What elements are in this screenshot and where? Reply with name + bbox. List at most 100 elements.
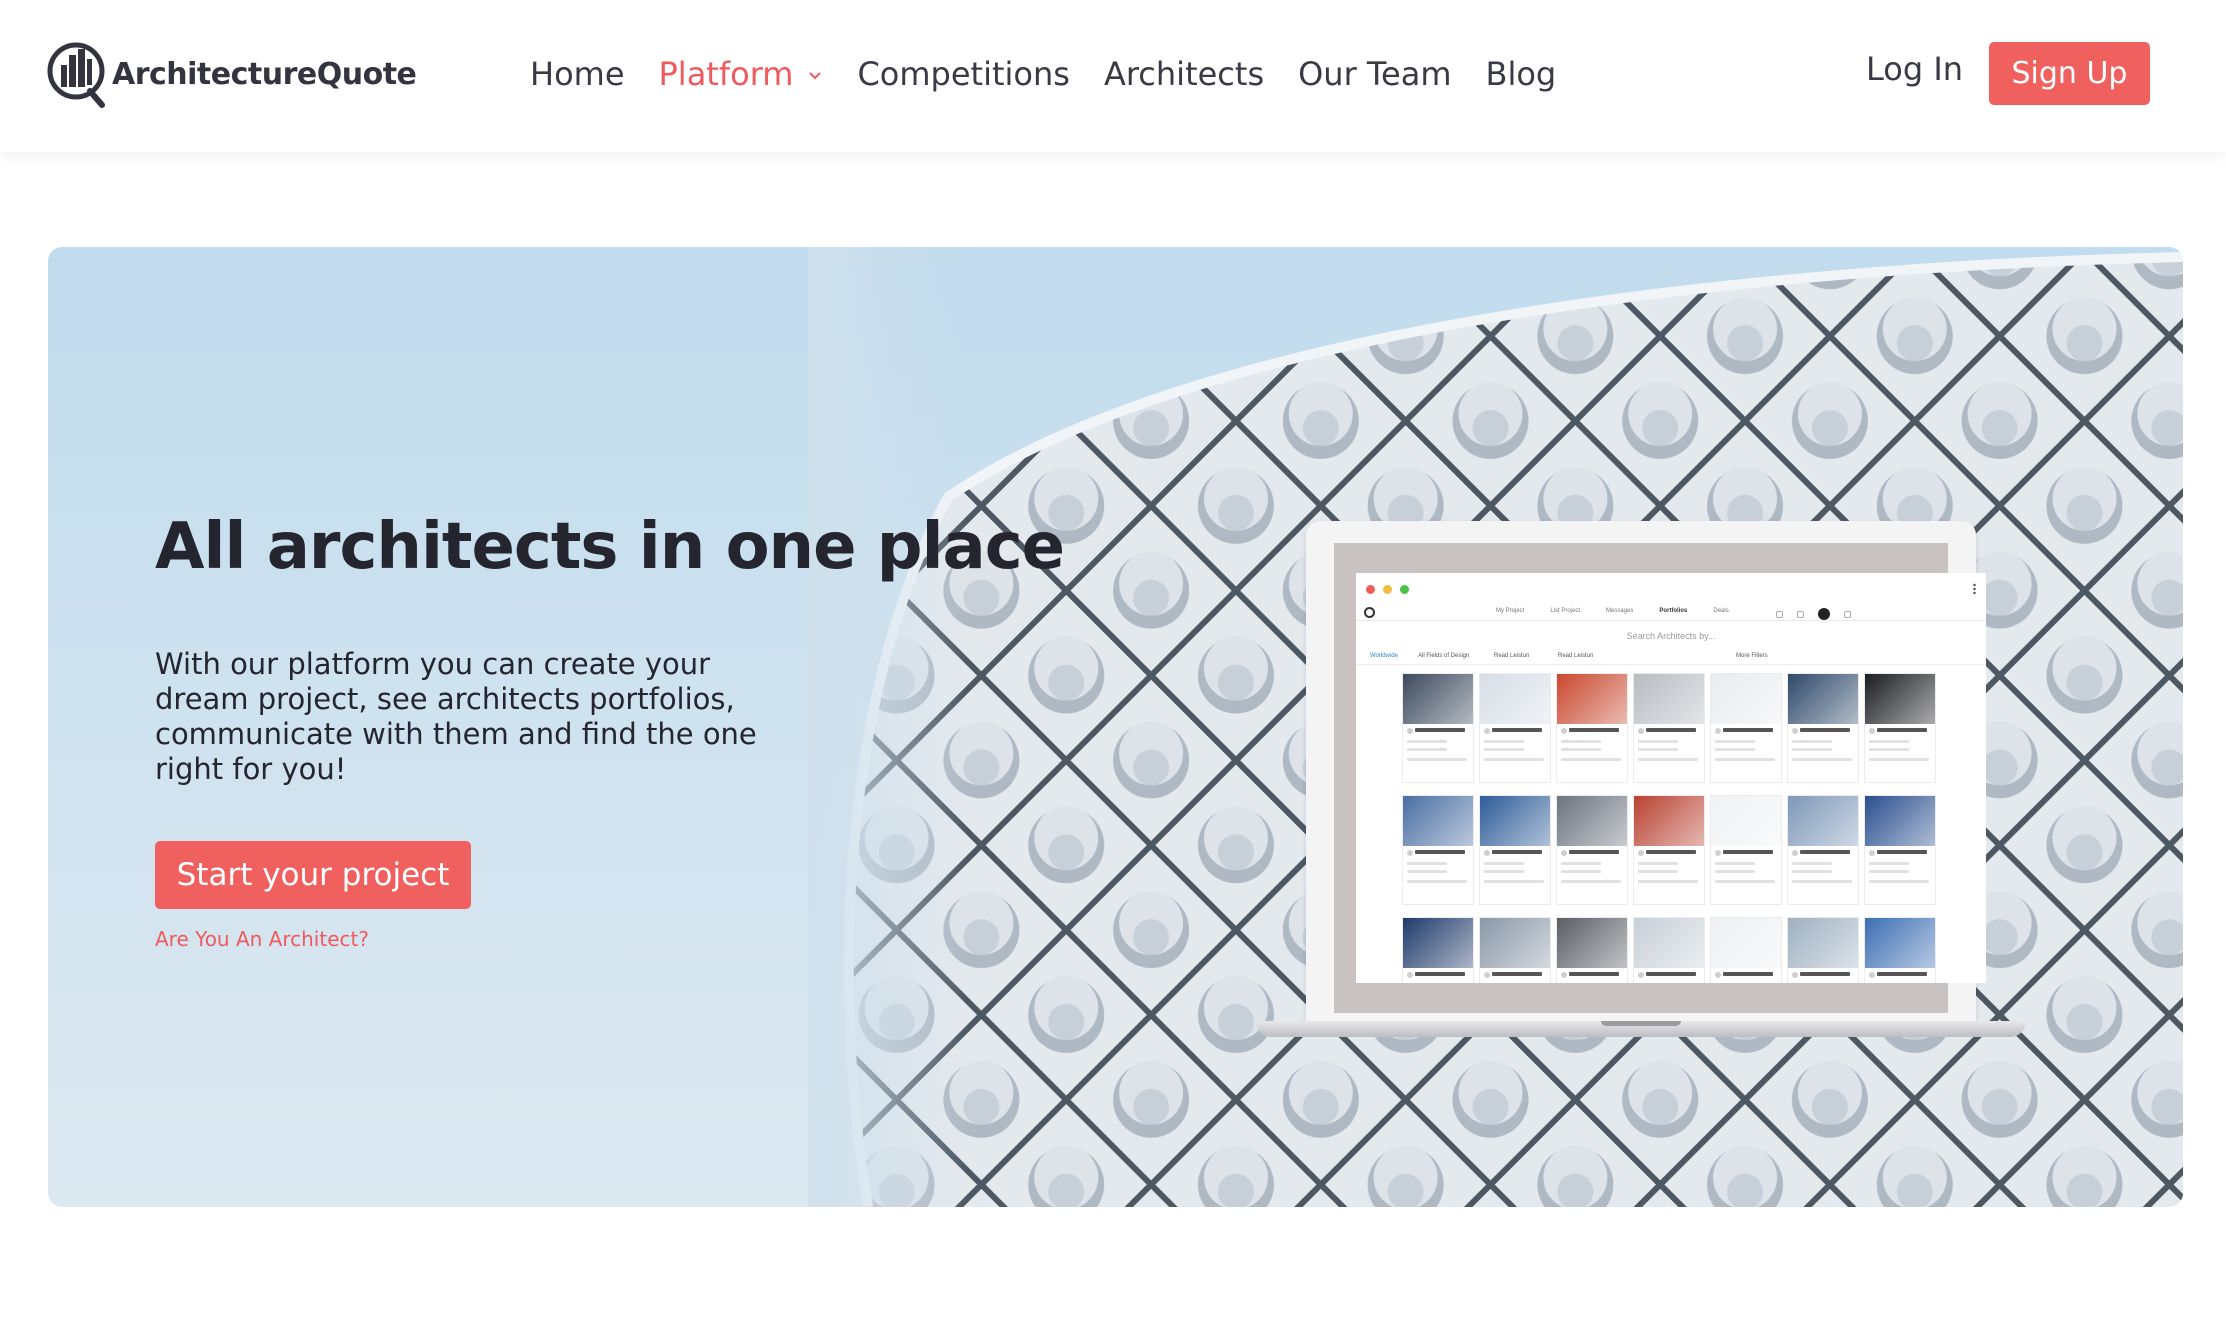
card-text-line	[1484, 740, 1524, 743]
portfolio-card	[1479, 917, 1551, 983]
card-avatar	[1561, 728, 1567, 734]
hero-description: With our platform you can create your dr…	[155, 647, 757, 786]
card-avatar	[1869, 850, 1875, 856]
portfolio-card	[1864, 917, 1936, 983]
card-text-line	[1561, 758, 1621, 761]
portfolio-thumbnail	[1557, 674, 1627, 724]
card-title-bar	[1723, 850, 1773, 854]
start-project-button[interactable]: Start your project	[155, 841, 471, 909]
nav-our-team[interactable]: Our Team	[1298, 55, 1451, 93]
card-title-bar	[1877, 728, 1927, 732]
card-avatar	[1869, 972, 1875, 978]
card-text-line	[1561, 880, 1621, 883]
main-nav: Home Platform Competitions Architects Ou…	[530, 46, 1590, 102]
architect-signup-link[interactable]: Are You An Architect?	[155, 927, 369, 951]
kebab-menu-icon	[1973, 583, 1976, 595]
portfolio-card	[1787, 795, 1859, 905]
card-avatar	[1407, 728, 1413, 734]
mini-search-placeholder: Search Architects by...	[1626, 631, 1716, 641]
card-text-line	[1407, 758, 1467, 761]
card-avatar	[1484, 972, 1490, 978]
card-text-line	[1407, 870, 1447, 873]
card-text-line	[1792, 862, 1832, 865]
portfolio-thumbnail	[1788, 796, 1858, 846]
card-text-line	[1484, 758, 1544, 761]
card-avatar	[1792, 850, 1798, 856]
card-text-line	[1715, 880, 1775, 883]
card-text-line	[1715, 870, 1755, 873]
bell-icon	[1776, 610, 1783, 618]
card-text-line	[1715, 740, 1755, 743]
card-title-bar	[1492, 850, 1542, 854]
card-title-bar	[1723, 728, 1773, 732]
card-avatar	[1715, 728, 1721, 734]
card-title-bar	[1569, 850, 1619, 854]
portfolio-thumbnail	[1634, 918, 1704, 968]
portfolio-thumbnail	[1788, 674, 1858, 724]
card-title-bar	[1492, 728, 1542, 732]
signup-button[interactable]: Sign Up	[1989, 42, 2150, 105]
mini-nav-item: My Project	[1496, 608, 1525, 614]
portfolio-card	[1556, 917, 1628, 983]
portfolio-thumbnail	[1480, 796, 1550, 846]
laptop-bezel: My Project List Project Messages Portfol…	[1334, 543, 1986, 1013]
card-text-line	[1638, 740, 1678, 743]
card-text-line	[1638, 748, 1678, 751]
portfolio-thumbnail	[1711, 918, 1781, 968]
card-title-bar	[1415, 728, 1465, 732]
card-text-line	[1638, 870, 1678, 873]
card-text-line	[1792, 748, 1832, 751]
card-text-line	[1484, 862, 1524, 865]
portfolio-thumbnail	[1480, 674, 1550, 724]
card-avatar	[1869, 728, 1875, 734]
nav-architects[interactable]: Architects	[1104, 55, 1264, 93]
portfolio-thumbnail	[1788, 918, 1858, 968]
card-text-line	[1484, 880, 1544, 883]
card-text-line	[1638, 862, 1678, 865]
nav-home[interactable]: Home	[530, 55, 625, 93]
mini-app-bar: My Project List Project Messages Portfol…	[1356, 605, 1986, 621]
card-text-line	[1869, 862, 1909, 865]
card-text-line	[1561, 870, 1601, 873]
portfolio-card	[1479, 673, 1551, 783]
portfolio-thumbnail	[1634, 796, 1704, 846]
mini-filter: Worldwide	[1370, 653, 1398, 659]
card-text-line	[1715, 748, 1755, 751]
window-controls	[1366, 585, 1417, 594]
card-title-bar	[1800, 850, 1850, 854]
mini-filter-bar: Worldwide All Fields of Design Read Leis…	[1356, 649, 1986, 665]
card-title-bar	[1569, 972, 1619, 976]
minimize-dot-icon	[1383, 585, 1392, 594]
nav-competitions[interactable]: Competitions	[857, 55, 1070, 93]
card-avatar	[1561, 850, 1567, 856]
portfolio-thumbnail	[1480, 918, 1550, 968]
card-text-line	[1561, 748, 1601, 751]
portfolio-card	[1633, 673, 1705, 783]
card-text-line	[1792, 870, 1832, 873]
card-title-bar	[1877, 850, 1927, 854]
nav-blog[interactable]: Blog	[1485, 55, 1556, 93]
portfolio-card	[1633, 795, 1705, 905]
card-text-line	[1869, 748, 1909, 751]
card-text-line	[1792, 758, 1852, 761]
card-title-bar	[1800, 728, 1850, 732]
chevron-down-icon	[809, 72, 822, 80]
logo[interactable]: ArchitectureQuote	[46, 38, 417, 110]
portfolio-card	[1787, 917, 1859, 983]
laptop-notch	[1601, 1021, 1681, 1026]
portfolio-thumbnail	[1403, 796, 1473, 846]
card-text-line	[1407, 880, 1467, 883]
card-text-line	[1638, 880, 1698, 883]
card-text-line	[1561, 862, 1601, 865]
portfolio-thumbnail	[1711, 796, 1781, 846]
portfolio-card	[1710, 917, 1782, 983]
mini-filter: Read Leistun	[1558, 653, 1594, 659]
portfolio-card	[1479, 795, 1551, 905]
login-link[interactable]: Log In	[1866, 50, 1963, 88]
mini-nav-item: Deals	[1713, 608, 1729, 614]
mini-logo-icon	[1364, 607, 1375, 618]
portfolio-thumbnail	[1865, 674, 1935, 724]
card-title-bar	[1415, 850, 1465, 854]
hero-section: All architects in one place With our pla…	[48, 247, 2183, 1207]
nav-platform[interactable]: Platform	[659, 55, 824, 93]
